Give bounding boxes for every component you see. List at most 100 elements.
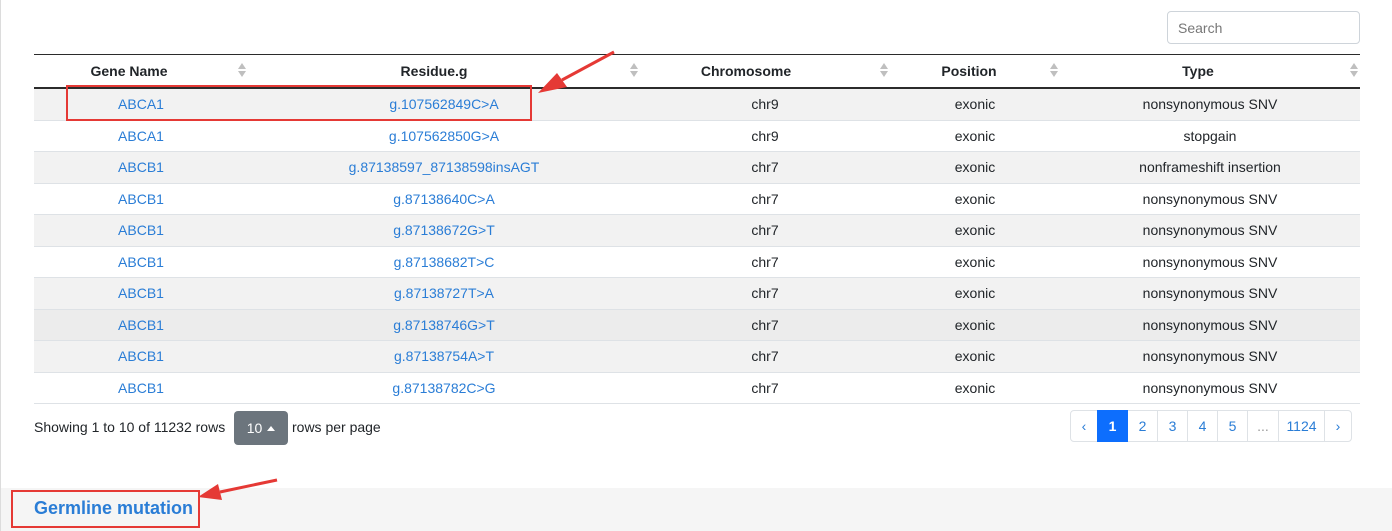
chromosome-cell: chr7: [640, 246, 890, 278]
chromosome-cell: chr7: [640, 309, 890, 341]
gene-cell: ABCB1: [34, 151, 248, 184]
chromosome-cell: chr7: [640, 214, 890, 247]
column-header-chromosome[interactable]: Chromosome: [640, 54, 890, 89]
position-cell: exonic: [890, 183, 1060, 215]
table-row[interactable]: ABCB1 g.87138727T>A chr7 exonic nonsynon…: [34, 277, 1360, 310]
column-header-label: Gene Name: [90, 63, 168, 79]
type-cell: nonsynonymous SNV: [1060, 309, 1360, 341]
gene-cell: ABCB1: [34, 246, 248, 278]
residue-cell: g.87138682T>C: [248, 246, 640, 278]
caret-up-icon: [267, 425, 276, 431]
pagination-page-5[interactable]: 5: [1217, 410, 1248, 442]
chromosome-cell: chr7: [640, 183, 890, 215]
table-row[interactable]: ABCB1 g.87138782C>G chr7 exonic nonsynon…: [34, 372, 1360, 404]
sort-icon[interactable]: [1050, 63, 1058, 79]
page-left-border: [0, 0, 1, 531]
table-row[interactable]: ABCA1 g.107562850G>A chr9 exonic stopgai…: [34, 120, 1360, 152]
chromosome-cell: chr9: [640, 88, 890, 121]
type-cell: nonsynonymous SNV: [1060, 246, 1360, 278]
residue-cell: g.87138640C>A: [248, 183, 640, 215]
pagination-page-last[interactable]: 1124: [1278, 410, 1325, 442]
residue-link[interactable]: g.87138782C>G: [392, 380, 495, 396]
gene-cell: ABCB1: [34, 214, 248, 247]
chromosome-cell: chr7: [640, 340, 890, 373]
type-cell: stopgain: [1060, 120, 1360, 152]
position-cell: exonic: [890, 246, 1060, 278]
position-cell: exonic: [890, 151, 1060, 184]
residue-link[interactable]: g.87138597_87138598insAGT: [349, 159, 540, 175]
table-row[interactable]: ABCB1 g.87138746G>T chr7 exonic nonsynon…: [34, 309, 1360, 341]
chromosome-cell: chr9: [640, 120, 890, 152]
position-cell: exonic: [890, 88, 1060, 121]
residue-link[interactable]: g.87138682T>C: [394, 254, 495, 270]
gene-cell: ABCA1: [34, 120, 248, 152]
type-cell: nonsynonymous SNV: [1060, 340, 1360, 373]
gene-link[interactable]: ABCB1: [118, 380, 164, 396]
column-header-label: Residue.g: [400, 63, 468, 79]
chromosome-cell: chr7: [640, 372, 890, 404]
residue-cell: g.87138727T>A: [248, 277, 640, 310]
pagination-next-button[interactable]: ›: [1324, 410, 1352, 442]
residue-cell: g.87138746G>T: [248, 309, 640, 341]
sort-icon[interactable]: [238, 63, 246, 79]
residue-link[interactable]: g.87138727T>A: [394, 285, 494, 301]
pagination-prev-button[interactable]: ‹: [1070, 410, 1098, 442]
chromosome-cell: chr7: [640, 151, 890, 184]
residue-link[interactable]: g.87138672G>T: [393, 222, 495, 238]
pagination-page-1[interactable]: 1: [1097, 410, 1128, 442]
gene-link[interactable]: ABCB1: [118, 254, 164, 270]
position-cell: exonic: [890, 340, 1060, 373]
position-cell: exonic: [890, 309, 1060, 341]
type-cell: nonsynonymous SNV: [1060, 277, 1360, 310]
gene-cell: ABCB1: [34, 340, 248, 373]
gene-link[interactable]: ABCB1: [118, 191, 164, 207]
table-row[interactable]: ABCB1 g.87138597_87138598insAGT chr7 exo…: [34, 151, 1360, 184]
pagination-info: Showing 1 to 10 of 11232 rows: [34, 419, 226, 435]
search-input[interactable]: [1167, 11, 1360, 44]
table-row[interactable]: ABCA1 g.107562849C>A chr9 exonic nonsyno…: [34, 88, 1360, 121]
residue-cell: g.87138597_87138598insAGT: [248, 151, 640, 184]
gene-link[interactable]: ABCB1: [118, 348, 164, 364]
type-cell: nonsynonymous SNV: [1060, 214, 1360, 247]
gene-cell: ABCB1: [34, 372, 248, 404]
gene-link[interactable]: ABCB1: [118, 317, 164, 333]
pagination-page-3[interactable]: 3: [1157, 410, 1188, 442]
column-header-gene-name[interactable]: Gene Name: [34, 54, 248, 89]
chromosome-cell: chr7: [640, 277, 890, 310]
gene-link[interactable]: ABCA1: [118, 96, 164, 112]
gene-cell: ABCB1: [34, 183, 248, 215]
position-cell: exonic: [890, 372, 1060, 404]
section-title-germline[interactable]: Germline mutation: [34, 498, 193, 519]
residue-link[interactable]: g.107562850G>A: [389, 128, 499, 144]
position-cell: exonic: [890, 120, 1060, 152]
pagination-page-2[interactable]: 2: [1127, 410, 1158, 442]
gene-link[interactable]: ABCA1: [118, 128, 164, 144]
position-cell: exonic: [890, 277, 1060, 310]
table-row[interactable]: ABCB1 g.87138640C>A chr7 exonic nonsynon…: [34, 183, 1360, 215]
section-header-bar: [1, 488, 1392, 531]
residue-link[interactable]: g.87138746G>T: [393, 317, 495, 333]
column-header-label: Chromosome: [700, 63, 792, 79]
sort-icon[interactable]: [880, 63, 888, 79]
gene-link[interactable]: ABCB1: [118, 285, 164, 301]
gene-link[interactable]: ABCB1: [118, 159, 164, 175]
gene-link[interactable]: ABCB1: [118, 222, 164, 238]
residue-link[interactable]: g.87138754A>T: [394, 348, 494, 364]
residue-cell: g.87138672G>T: [248, 214, 640, 247]
table-row[interactable]: ABCB1 g.87138672G>T chr7 exonic nonsynon…: [34, 214, 1360, 247]
column-header-type[interactable]: Type: [1060, 54, 1360, 89]
residue-link[interactable]: g.107562849C>A: [389, 96, 498, 112]
residue-cell: g.107562849C>A: [248, 88, 640, 121]
page-size-dropdown[interactable]: 10: [234, 411, 288, 445]
column-header-residue[interactable]: Residue.g: [248, 54, 640, 89]
table-row[interactable]: ABCB1 g.87138754A>T chr7 exonic nonsynon…: [34, 340, 1360, 373]
residue-link[interactable]: g.87138640C>A: [393, 191, 495, 207]
table-row[interactable]: ABCB1 g.87138682T>C chr7 exonic nonsynon…: [34, 246, 1360, 278]
sort-icon[interactable]: [1350, 63, 1358, 79]
type-cell: nonframeshift insertion: [1060, 151, 1360, 184]
column-header-position[interactable]: Position: [890, 54, 1060, 89]
pagination-page-4[interactable]: 4: [1187, 410, 1218, 442]
column-header-label: Position: [941, 63, 997, 79]
pagination: ‹ 1 2 3 4 5 ... 1124 ›: [1070, 410, 1352, 442]
sort-icon[interactable]: [630, 63, 638, 79]
